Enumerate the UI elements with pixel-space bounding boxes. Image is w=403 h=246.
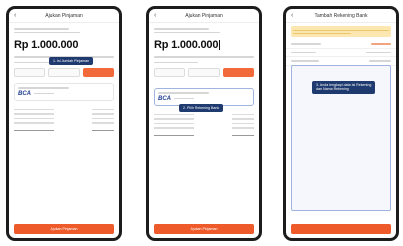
section-label [154,61,198,63]
tooltip-step-1: 1. Isi Jumlah Pinjaman [49,57,94,66]
tenor-option[interactable] [154,68,186,77]
screen-select-bank: ‹ Ajukan Pinjaman Rp 1.000.000 2. Pilih … [149,9,259,238]
tooltip-step-3: 3. Anda lengkapi data Isi Rekening dan N… [312,81,376,94]
text-line [154,28,209,30]
amount-input[interactable]: Rp 1.000.000 [149,35,259,52]
app-bar: ‹ Tambah Rekening Bank [286,9,396,23]
app-bar: ‹ Ajukan Pinjaman [9,9,119,23]
phone-frame-3: ‹ Tambah Rekening Bank 3. Anda lengkapi … [283,6,399,241]
form-row-bank[interactable] [286,40,396,49]
app-bar: ‹ Ajukan Pinjaman [149,9,259,23]
text-line [18,87,69,89]
screen-title: Ajukan Pinjaman [45,12,83,19]
tooltip-step-2: 2. Pilih Rekening Bank [179,104,224,113]
text-line [158,92,209,94]
text-line [154,31,220,33]
text-line [174,97,194,100]
text-line [14,28,69,30]
tooltip-step-3-line2: dan Nama Rekening [316,87,349,92]
tenor-options [149,65,259,80]
form-row-account-number[interactable] [286,49,396,57]
screen-title: Tambah Rekening Bank [314,12,368,19]
screen-loan-amount: ‹ Ajukan Pinjaman Rp 1.000.000 1. Isi Ju… [9,9,119,238]
back-arrow-icon[interactable]: ‹ [154,12,162,19]
tenor-option[interactable] [48,68,80,77]
phone-frame-1: ‹ Ajukan Pinjaman Rp 1.000.000 1. Isi Ju… [6,6,122,241]
text-cursor [219,40,221,50]
submit-loan-button[interactable]: Ajukan Pinjaman [154,224,254,234]
amount-value: Rp 1.000.000 [154,39,219,51]
divider [154,56,254,58]
save-account-button[interactable] [291,224,391,234]
tenor-option-selected[interactable] [82,68,114,77]
bank-account-card[interactable]: BCA [154,88,254,106]
tenor-options [9,65,119,80]
loan-summary [149,109,259,142]
submit-loan-label: Ajukan Pinjaman [190,227,218,231]
phone-frame-2: ‹ Ajukan Pinjaman Rp 1.000.000 2. Pilih … [146,6,262,241]
screen-add-bank-account: ‹ Tambah Rekening Bank 3. Anda lengkapi … [286,9,396,238]
amount-input[interactable]: Rp 1.000.000 [9,35,119,52]
amount-value: Rp 1.000.000 [14,39,79,51]
text-line [293,29,389,31]
back-arrow-icon[interactable]: ‹ [14,12,22,19]
back-arrow-icon[interactable]: ‹ [291,12,299,19]
screen-title: Ajukan Pinjaman [185,12,223,19]
text-line [14,31,80,33]
tenor-option-selected[interactable] [222,68,254,77]
text-line [293,32,351,34]
tenor-option[interactable] [14,68,46,77]
tenor-option[interactable] [188,68,220,77]
info-banner [291,26,391,37]
submit-loan-label: Ajukan Pinjaman [50,227,78,231]
loan-summary [9,104,119,137]
text-line [34,92,54,95]
submit-loan-button[interactable]: Ajukan Pinjaman [14,224,114,234]
bank-logo: BCA [18,90,31,97]
bank-account-card[interactable]: BCA [14,83,114,101]
bank-logo: BCA [158,95,171,102]
